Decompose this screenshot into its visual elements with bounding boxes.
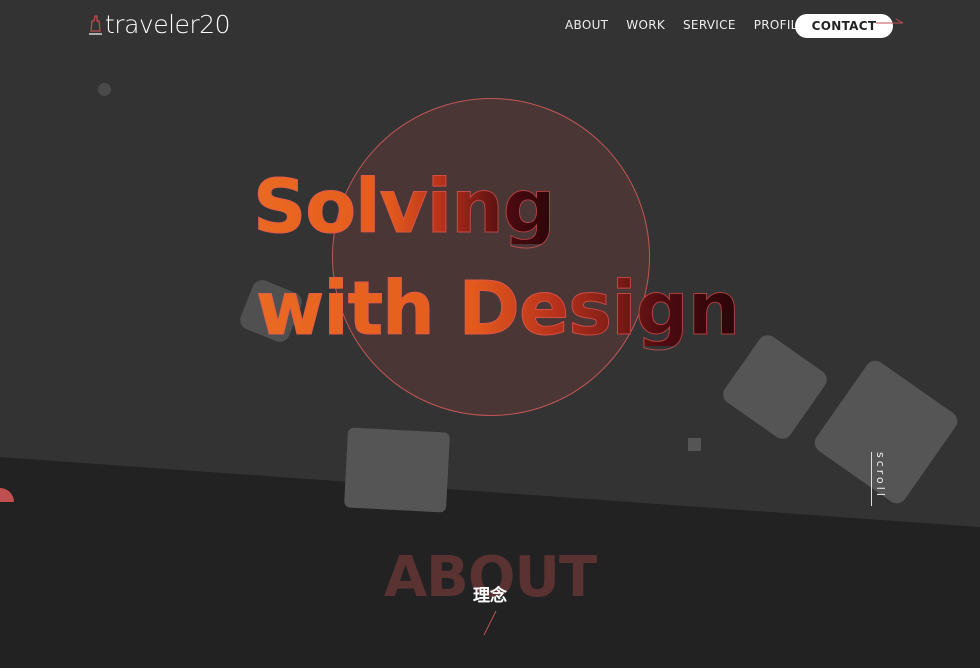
- square-bottom: [343, 427, 451, 513]
- scroll-line: [871, 452, 872, 506]
- arrow-icon: [876, 18, 904, 24]
- about-subtitle: 理念: [473, 586, 507, 606]
- lighthouse-icon: [89, 14, 102, 35]
- hero-circle: [332, 98, 650, 416]
- nav-work[interactable]: WORK: [626, 18, 665, 32]
- dot-small: [98, 83, 111, 96]
- small-square: [688, 438, 701, 451]
- scroll-indicator[interactable]: scroll: [868, 452, 888, 508]
- headline-line1: Solving: [253, 164, 557, 250]
- nav-about[interactable]: ABOUT: [565, 18, 608, 32]
- main-nav: ABOUT WORK SERVICE PROFILE: [565, 18, 806, 32]
- scroll-label: scroll: [874, 452, 887, 499]
- nav-service[interactable]: SERVICE: [683, 18, 736, 32]
- diagonal-divider: [483, 610, 497, 636]
- headline-line2: with Design: [255, 266, 740, 352]
- logo-text: traveler20: [105, 10, 231, 39]
- logo[interactable]: traveler20: [88, 10, 231, 39]
